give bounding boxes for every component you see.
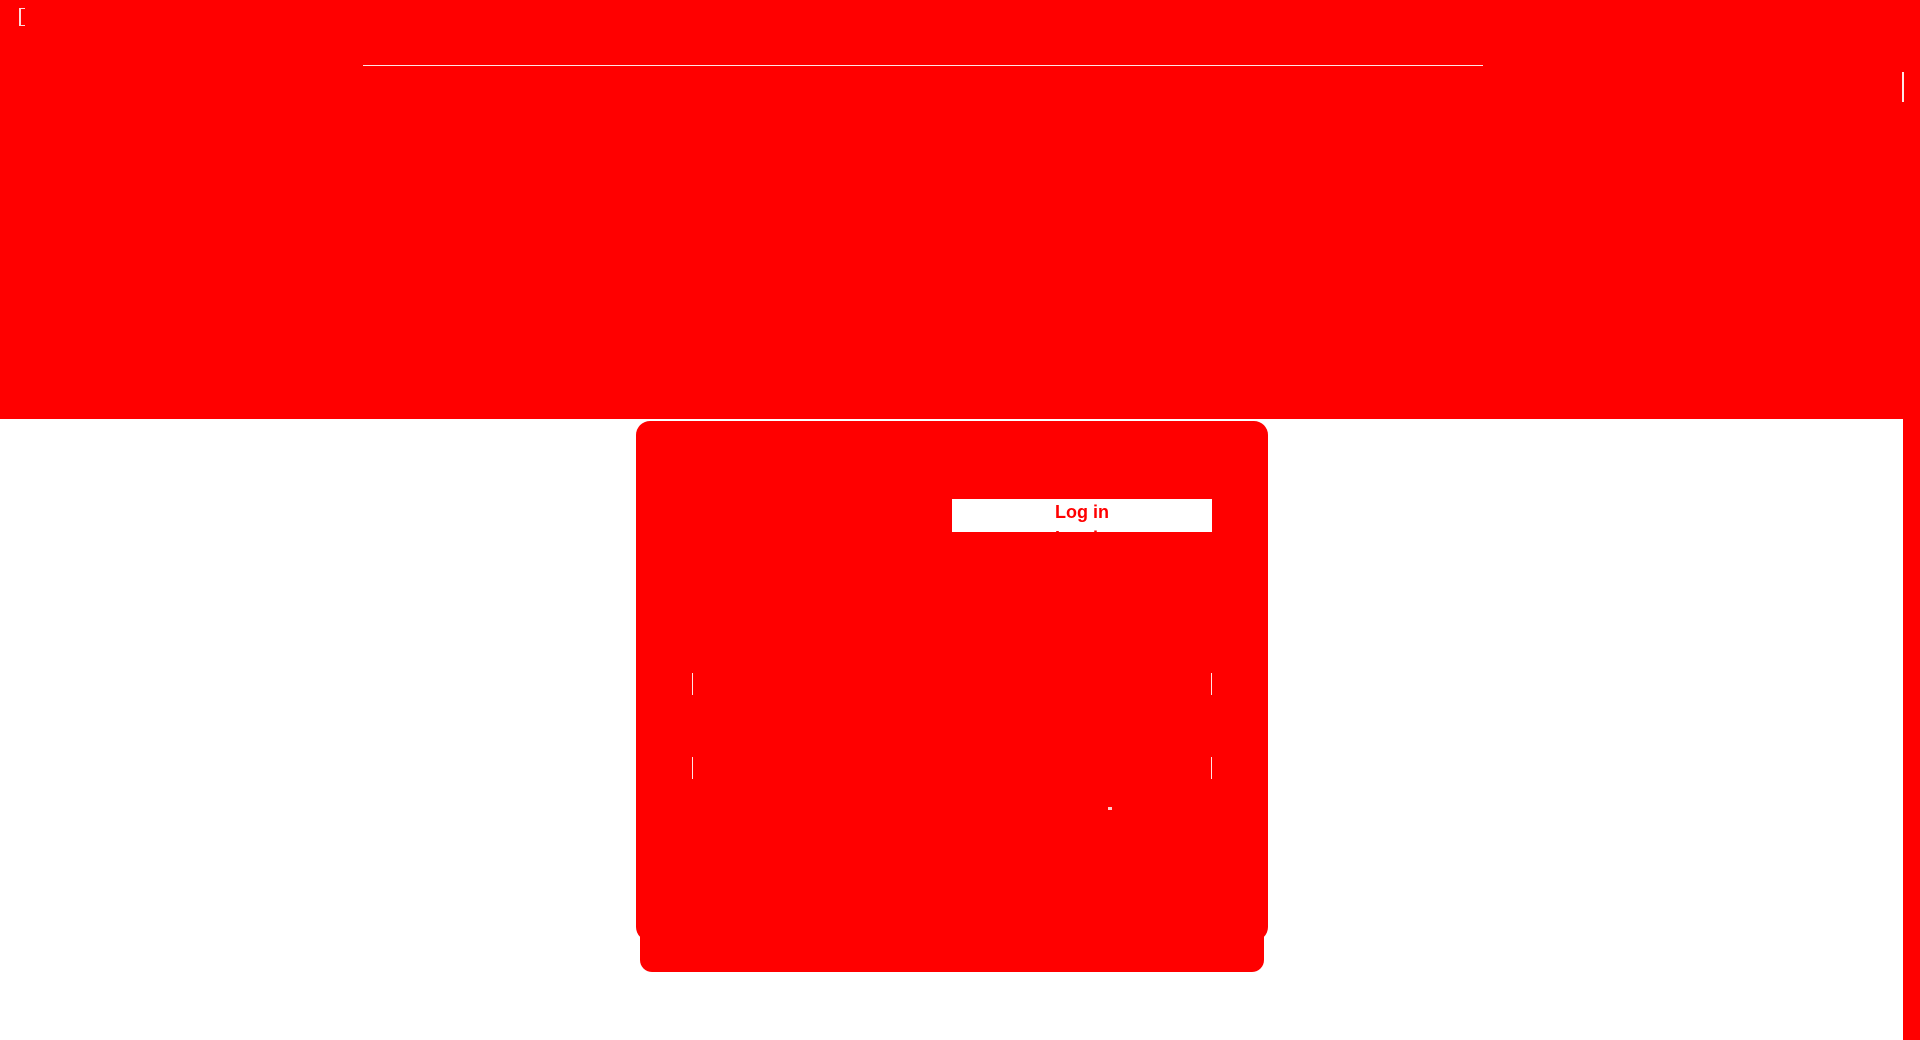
login-tab-label: Log in xyxy=(1055,502,1109,522)
hero-subtitle xyxy=(620,272,1290,308)
page: Log in Log in xyxy=(0,0,1920,1040)
password-field[interactable] xyxy=(692,757,1212,779)
hero-banner xyxy=(0,0,1920,419)
email-field[interactable] xyxy=(692,673,1212,695)
login-card: Log in Log in xyxy=(636,421,1268,941)
form-marker xyxy=(1108,807,1112,810)
login-tab-button[interactable]: Log in Log in xyxy=(952,499,1212,548)
hero-title xyxy=(680,152,1240,196)
vertical-scrollbar[interactable] xyxy=(1903,419,1920,1040)
edge-tick xyxy=(1902,72,1904,102)
login-tab-label-duplicate: Log in xyxy=(1055,528,1109,548)
corner-mark xyxy=(19,8,25,26)
hero-divider xyxy=(363,65,1483,66)
